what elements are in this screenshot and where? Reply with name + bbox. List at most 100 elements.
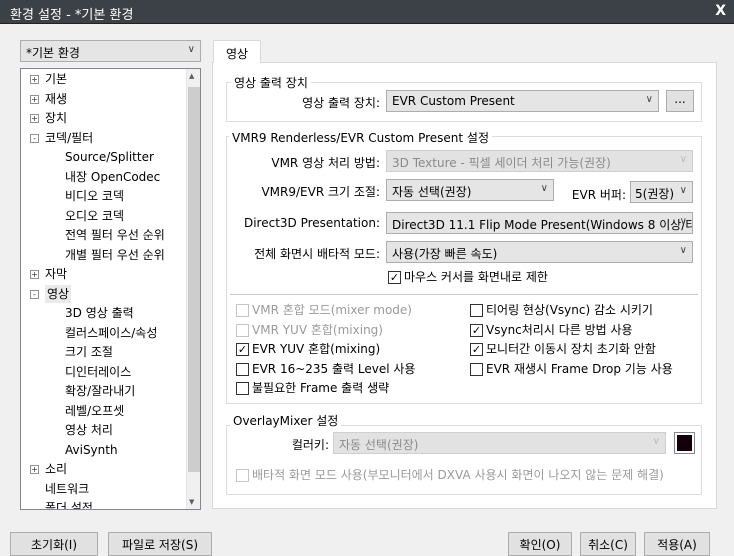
exclusive-select[interactable]: 사용(가장 빠른 속도) ∨ xyxy=(386,241,693,263)
ok-button[interactable]: 확인(O) xyxy=(508,532,572,556)
option-checkbox[interactable]: 티어링 현상(Vsync) 감소 시키기 xyxy=(470,303,653,319)
overlay-exclusive-checkbox[interactable]: 배타적 화면 모드 사용(부모니터에서 DXVA 사용시 화면이 나오지 않는 … xyxy=(236,468,664,484)
collapse-icon[interactable]: - xyxy=(30,133,39,143)
profile-value: *기본 환경 xyxy=(26,46,80,60)
collapse-icon[interactable]: - xyxy=(30,289,39,299)
tree-item[interactable]: 비디오 코덱 xyxy=(65,187,124,205)
d3d-value: Direct3D 11.1 Flip Mode Present(Windows … xyxy=(392,218,693,232)
option-checkbox[interactable]: VMR YUV 혼합(mixing) xyxy=(236,323,383,339)
processing-select[interactable]: 3D Texture - 픽셀 세이더 처리 가능(권장) ∨ xyxy=(386,150,693,172)
tree-item[interactable]: 폴더 설정 xyxy=(45,499,93,509)
tree-item[interactable]: 영상 xyxy=(45,284,72,303)
buffer-label: EVR 버퍼: xyxy=(571,188,626,202)
colorkey-select[interactable]: 자동 선택(권장) ∨ xyxy=(333,432,666,454)
tree-item[interactable]: 영상 처리 xyxy=(65,421,113,439)
tree-item[interactable]: 전역 필터 우선 순위 xyxy=(65,226,165,244)
tree-item[interactable]: 소리 xyxy=(45,460,67,478)
checkbox-label: 불필요한 Frame 출력 생략 xyxy=(252,381,390,395)
cancel-button[interactable]: 취소(C) xyxy=(580,532,636,556)
processing-value: 3D Texture - 픽셀 세이더 처리 가능(권장) xyxy=(392,156,611,170)
colorkey-label: 컬러키: xyxy=(291,438,329,452)
scrollbar-thumb[interactable] xyxy=(188,87,200,472)
tree-item[interactable]: 레벨/오프셋 xyxy=(65,402,124,420)
resize-label: VMR9/EVR 크기 조절: xyxy=(261,185,380,199)
chevron-down-icon: ∨ xyxy=(645,94,653,105)
option-checkbox[interactable]: EVR 재생시 Frame Drop 기능 사용 xyxy=(470,362,673,378)
group-title: VMR9 Renderless/EVR Custom Present 설정 xyxy=(229,129,492,146)
resize-select[interactable]: 자동 선택(권장) ∨ xyxy=(386,179,554,201)
settings-tree[interactable]: + 기본 + 재생 + 장치 - 코덱/필터 Source/Splitter 내장 OpenCod… xyxy=(20,68,201,510)
checkbox-label: 티어링 현상(Vsync) 감소 시키기 xyxy=(486,303,653,317)
output-device-label: 영상 출력 장치: xyxy=(302,96,380,110)
tree-item[interactable]: 오디오 코덱 xyxy=(65,207,124,225)
tree-item[interactable]: 크기 조절 xyxy=(65,343,113,361)
option-checkbox[interactable]: VMR 혼합 모드(mixer mode) xyxy=(236,303,412,319)
colorkey-value: 자동 선택(권장) xyxy=(339,438,419,452)
expand-icon[interactable]: + xyxy=(30,114,39,123)
exclusive-label: 전체 화면시 배타적 모드: xyxy=(254,247,380,261)
option-checkbox[interactable]: ✓ Vsync처리시 다른 방법 사용 xyxy=(470,323,633,339)
checkbox-label: Vsync처리시 다른 방법 사용 xyxy=(486,322,633,337)
checkbox-box xyxy=(236,362,249,376)
scroll-down-icon[interactable]: ▼ xyxy=(189,498,194,506)
tree-item[interactable]: 자막 xyxy=(45,265,67,283)
checkbox-label: EVR YUV 혼합(mixing) xyxy=(252,342,381,356)
tree-item[interactable]: 코덱/필터 xyxy=(45,129,93,147)
checkbox-box xyxy=(236,323,249,337)
option-checkbox[interactable]: 불필요한 Frame 출력 생략 xyxy=(236,381,389,397)
apply-button[interactable]: 적용(A) xyxy=(644,532,710,556)
checkbox-box xyxy=(236,304,249,317)
buffer-value: 5(권장) xyxy=(635,187,675,201)
checkbox-box xyxy=(236,469,249,482)
exclusive-value: 사용(가장 빠른 속도) xyxy=(392,247,498,261)
tree-item[interactable]: 장치 xyxy=(45,109,67,127)
checkbox-label: EVR 16~235 출력 Level 사용 xyxy=(252,361,416,376)
scroll-up-icon[interactable]: ▲ xyxy=(189,72,194,80)
checkbox-check-icon: ✓ xyxy=(470,343,483,356)
group-title: 영상 출력 장치 xyxy=(231,74,311,91)
option-checkbox[interactable]: ✓ 모니터간 이동시 장치 초기화 안함 xyxy=(470,342,656,358)
chevron-down-icon: ∨ xyxy=(540,183,548,194)
checkbox-box xyxy=(470,304,483,317)
tree-item[interactable]: AviSynth xyxy=(65,441,118,459)
expand-icon[interactable]: + xyxy=(30,75,39,84)
tree-item[interactable]: 기본 xyxy=(45,70,67,88)
checkbox-label: 배타적 화면 모드 사용(부모니터에서 DXVA 사용시 화면이 나오지 않는 … xyxy=(252,468,664,482)
option-checkbox[interactable]: EVR 16~235 출력 Level 사용 xyxy=(236,362,415,378)
cursor-limit-checkbox[interactable]: ✓ 마우스 커서를 화면내로 제한 xyxy=(388,270,548,286)
title-bar: 환경 설정 - *기본 환경 X xyxy=(0,0,734,24)
tree-item[interactable]: 개별 필터 우선 순위 xyxy=(65,246,165,264)
reset-button[interactable]: 초기화(I) xyxy=(10,532,98,556)
checkbox-check-icon: ✓ xyxy=(236,343,249,356)
chevron-down-icon: ∨ xyxy=(679,154,687,165)
tree-item[interactable]: 컬러스페이스/속성 xyxy=(65,324,157,342)
tree-scrollbar[interactable]: ▲ ▼ xyxy=(186,69,200,509)
tree-item[interactable]: 확장/잘라내기 xyxy=(65,382,135,400)
buffer-select[interactable]: 5(권장) ∨ xyxy=(630,181,693,203)
tree-item[interactable]: 내장 OpenCodec xyxy=(65,168,160,186)
colorkey-swatch[interactable] xyxy=(674,432,695,454)
output-device-select[interactable]: EVR Custom Present ∨ xyxy=(386,90,659,112)
tree-item[interactable]: 3D 영상 출력 xyxy=(65,304,134,322)
tree-item[interactable]: Source/Splitter xyxy=(65,148,154,166)
expand-icon[interactable]: + xyxy=(30,270,39,279)
tree-item[interactable]: 디인터레이스 xyxy=(65,363,131,381)
d3d-select[interactable]: Direct3D 11.1 Flip Mode Present(Windows … xyxy=(386,212,693,234)
chevron-down-icon: ∨ xyxy=(679,245,687,256)
tab-video[interactable]: 영상 xyxy=(213,40,261,63)
option-checkbox[interactable]: ✓ EVR YUV 혼합(mixing) xyxy=(236,342,380,358)
tree-item[interactable]: 네트워크 xyxy=(45,480,89,498)
divider xyxy=(230,294,698,295)
chevron-down-icon: ∨ xyxy=(679,216,687,227)
expand-icon[interactable]: + xyxy=(30,465,39,474)
output-device-more-button[interactable]: ... xyxy=(666,90,694,112)
checkbox-label: EVR 재생시 Frame Drop 기능 사용 xyxy=(486,361,673,376)
checkbox-box xyxy=(236,382,249,395)
close-icon[interactable]: X xyxy=(715,3,726,19)
expand-icon[interactable]: + xyxy=(30,94,39,104)
profile-select[interactable]: *기본 환경 ∨ xyxy=(20,40,201,62)
chevron-down-icon: ∨ xyxy=(187,44,195,55)
resize-value: 자동 선택(권장) xyxy=(392,185,472,199)
tree-item[interactable]: 재생 xyxy=(45,90,67,108)
save-to-file-button[interactable]: 파일로 저장(S) xyxy=(108,532,212,556)
